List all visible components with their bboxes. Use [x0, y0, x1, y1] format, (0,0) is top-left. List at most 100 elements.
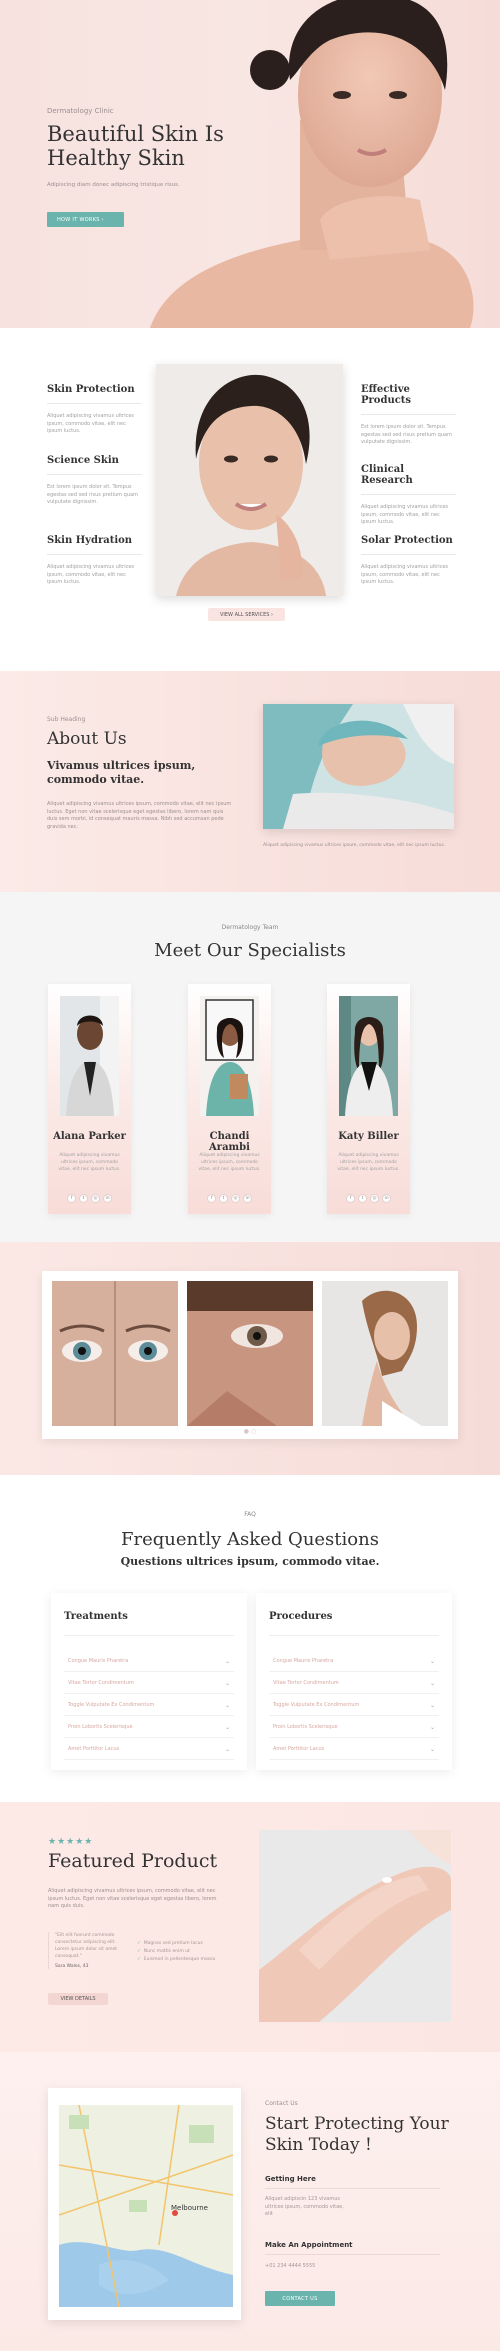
faq-item-label: Proin Lobortis Scelerisque: [273, 1724, 338, 1730]
team-card-alana-parker: Alana Parker Aliquet adipiscing vivamus …: [48, 984, 131, 1214]
faq-item[interactable]: Amet Porttitor Lacus ⌄: [64, 1739, 234, 1760]
view-all-services-button[interactable]: VIEW ALL SERVICES ›: [208, 608, 285, 621]
check-icon: ✓: [137, 1941, 141, 1946]
about-treatment-image: [263, 704, 454, 829]
twitter-icon[interactable]: t: [79, 1194, 88, 1203]
service-clinical-research: Clinical Research Aliquet adipiscing viv…: [361, 464, 456, 527]
chevron-down-icon: ⌄: [429, 1658, 435, 1665]
chevron-down-icon: ⌄: [429, 1680, 435, 1687]
about-section: Sub Heading About Us Vivamus ultrices ip…: [0, 671, 500, 892]
contact-us-button[interactable]: CONTACT US: [265, 2291, 335, 2306]
faq-treatments-panel: Treatments Congue Mauris Pharetra ⌄ Vitae…: [51, 1593, 247, 1770]
linkedin-icon[interactable]: in: [103, 1194, 112, 1203]
address-text: Aliquet adipiscin 123 vivamus ultrices i…: [265, 2196, 344, 2217]
facebook-icon[interactable]: f: [67, 1194, 76, 1203]
carousel-dots[interactable]: ● ○: [0, 1428, 500, 1435]
team-card-katy-biller: Katy Biller Aliquet adipiscing vivamus u…: [327, 984, 410, 1214]
faq-item[interactable]: Proin Lobortis Scelerisque ⌄: [64, 1717, 234, 1738]
arrow-right-icon: ›: [271, 612, 273, 618]
gallery-image-eyes[interactable]: [52, 1281, 178, 1426]
service-title: Skin Hydration: [47, 535, 133, 546]
facebook-icon[interactable]: f: [207, 1194, 216, 1203]
instagram-icon[interactable]: ◎: [91, 1194, 100, 1203]
divider: [265, 2254, 440, 2255]
service-text: Aliquet adipiscing vivamus ultrices ipsu…: [361, 504, 449, 525]
hero-title-line1: Beautiful Skin Is: [47, 122, 224, 146]
twitter-icon[interactable]: t: [358, 1194, 367, 1203]
divider: [64, 1635, 234, 1636]
service-text: Est lorem ipsum dolor sit. Tempus egesta…: [361, 424, 452, 445]
chevron-down-icon: ⌄: [224, 1658, 230, 1665]
product-title: Featured Product: [48, 1850, 218, 1872]
arrow-right-icon: ›: [101, 217, 104, 223]
view-details-button[interactable]: VIEW DETAILS: [48, 1993, 108, 2005]
service-solar-protection: Solar Protection Aliquet adipiscing viva…: [361, 535, 456, 587]
featured-product-section: ★★★★★ Featured Product Aliquet adipiscin…: [0, 1802, 500, 2052]
service-text: Aliquet adipiscing vivamus ultrices ipsu…: [47, 413, 135, 434]
how-it-works-button[interactable]: HOW IT WORKS ›: [47, 212, 124, 227]
product-hands-image: [259, 1830, 451, 2022]
service-skin-hydration: Skin Hydration Aliquet adipiscing vivamu…: [47, 535, 142, 587]
faq-item[interactable]: Vitae Tortor Condimentum ⌄: [64, 1673, 234, 1694]
gallery-section: ● ○: [0, 1242, 500, 1475]
faq-item[interactable]: Toggle Vulputate Ex Condimentum ⌄: [64, 1695, 234, 1716]
phone-text: +01 234 4444 5555: [265, 2263, 316, 2269]
quote-author: Sara Wales, 43: [55, 1964, 89, 1969]
member-text: Aliquet adipiscing vivamus ultrices ipsu…: [58, 1153, 121, 1172]
service-effective-products: Effective Products Est lorem ipsum dolor…: [361, 384, 456, 447]
instagram-icon[interactable]: ◎: [231, 1194, 240, 1203]
faq-item[interactable]: Toggle Vulputate Ex Condimentum ⌄: [269, 1695, 439, 1716]
faq-item[interactable]: Proin Lobortis Scelerisque ⌄: [269, 1717, 439, 1738]
view-all-services-label: VIEW ALL SERVICES: [219, 612, 270, 618]
social-links: f t ◎ in: [188, 1184, 271, 1203]
divider: [361, 554, 456, 555]
hero-title: Beautiful Skin Is Healthy Skin: [47, 122, 224, 170]
hero-section: Dermatology Clinic Beautiful Skin Is Hea…: [0, 0, 500, 328]
divider: [47, 403, 142, 404]
services-portrait-image: [156, 364, 343, 596]
about-caption: Aliquet adipiscing vivamus ultrices ipsu…: [263, 843, 446, 848]
alana-parker-photo: [60, 996, 119, 1116]
chevron-down-icon: ⌄: [224, 1724, 230, 1731]
location-map[interactable]: Melbourne: [59, 2105, 233, 2307]
faq-item[interactable]: Amet Porttitor Lacus ⌄: [269, 1739, 439, 1760]
member-text: Aliquet adipiscing vivamus ultrices ipsu…: [198, 1153, 261, 1172]
contact-section: Melbourne Contact Us Start Protecting Yo…: [0, 2052, 500, 2351]
social-links: f t ◎ in: [48, 1184, 131, 1203]
gallery-image-closeup[interactable]: [187, 1281, 313, 1426]
map-city-label: Melbourne: [171, 2204, 208, 2212]
team-section: Dermatology Team Meet Our Specialists Al…: [0, 892, 500, 1242]
feature-label: Euismod in pellentesque massa: [143, 1957, 216, 1962]
divider: [265, 2188, 440, 2189]
linkedin-icon[interactable]: in: [243, 1194, 252, 1203]
divider: [47, 474, 142, 475]
chandi-arambi-photo: [200, 996, 259, 1116]
service-title: Skin Protection: [47, 384, 135, 395]
product-features: ✓ Magnas sed pretium lacus ✓ Nunc mattis e…: [137, 1940, 217, 1964]
instagram-icon[interactable]: ◎: [370, 1194, 379, 1203]
service-title: Science Skin: [47, 455, 119, 466]
chevron-down-icon: ⌄: [224, 1680, 230, 1687]
chevron-down-icon: ⌄: [224, 1702, 230, 1709]
gallery-image-profile[interactable]: [322, 1281, 448, 1426]
rating-stars-icon: ★★★★★: [48, 1837, 94, 1847]
faq-item-label: Amet Porttitor Lacus: [68, 1746, 120, 1752]
faq-item[interactable]: Congue Mauris Pharetra ⌄: [269, 1651, 439, 1672]
divider: [47, 554, 142, 555]
product-text: Aliquet adipiscing vivamus ultrices ipsu…: [48, 1888, 217, 1909]
gallery-carousel: [42, 1271, 458, 1439]
appointment-label: Make An Appointment: [265, 2241, 353, 2249]
hero-eyebrow: Dermatology Clinic: [47, 107, 114, 115]
faq-eyebrow: FAQ: [244, 1511, 256, 1518]
twitter-icon[interactable]: t: [219, 1194, 228, 1203]
chevron-down-icon: ⌄: [224, 1746, 230, 1753]
getting-here-label: Getting Here: [265, 2175, 316, 2183]
linkedin-icon[interactable]: in: [382, 1194, 391, 1203]
faq-item[interactable]: Congue Mauris Pharetra ⌄: [64, 1651, 234, 1672]
map-card: Melbourne: [48, 2088, 241, 2320]
contact-title: Start Protecting Your Skin Today !: [265, 2114, 449, 2155]
services-section: Skin Protection Aliquet adipiscing vivam…: [0, 328, 500, 671]
service-title: Clinical Research: [361, 464, 413, 486]
facebook-icon[interactable]: f: [346, 1194, 355, 1203]
faq-item[interactable]: Vitae Tortor Condimentum ⌄: [269, 1673, 439, 1694]
